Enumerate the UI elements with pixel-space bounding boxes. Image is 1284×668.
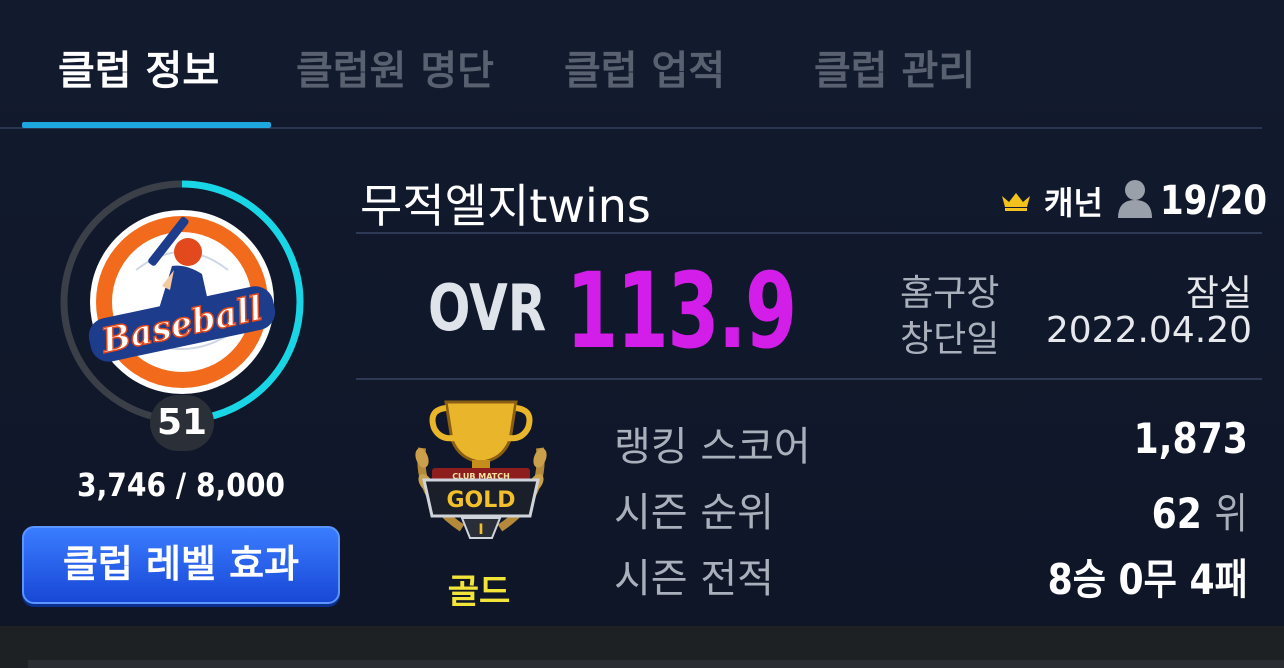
founded-date-value: 2022.04.20 bbox=[1045, 310, 1252, 351]
club-level-badge: 51 bbox=[150, 395, 214, 451]
club-name: 무적엘지twins bbox=[360, 179, 651, 233]
member-icon bbox=[1118, 180, 1152, 218]
season-rank-unit: 위 bbox=[1214, 489, 1248, 538]
club-level-effect-button[interactable]: 클럽 레벨 효과 bbox=[22, 526, 340, 604]
tab-achievements[interactable]: 클럽 업적 bbox=[564, 38, 725, 96]
season-rank-value: 62 bbox=[1151, 489, 1203, 538]
bottom-strip bbox=[0, 626, 1284, 668]
season-record-value: 8승 0무 4패 bbox=[1047, 555, 1248, 604]
divider bbox=[356, 232, 1262, 234]
season-record-label: 시즌 전적 bbox=[614, 556, 774, 602]
divider bbox=[356, 378, 1262, 380]
ranking-score-value: 1,873 bbox=[1133, 414, 1248, 463]
ovr-value: 113.9 bbox=[566, 250, 797, 372]
captain-name: 캐넌 bbox=[1044, 184, 1103, 222]
tier-badge-sub-text: I bbox=[478, 522, 483, 538]
active-tab-indicator bbox=[22, 122, 271, 128]
club-exp: 3,746 / 8,000 bbox=[76, 466, 286, 504]
gold-tier-trophy-icon: CLUB MATCH GOLD I bbox=[415, 400, 547, 539]
ovr-label: OVR bbox=[428, 272, 547, 346]
ranking-score-label: 랭킹 스코어 bbox=[614, 424, 811, 470]
crown-icon bbox=[1002, 193, 1030, 211]
tab-member-list[interactable]: 클럽원 명단 bbox=[296, 38, 494, 96]
tab-bar: 클럽 정보 클럽원 명단 클럽 업적 클럽 관리 bbox=[0, 0, 1284, 130]
tab-club-management[interactable]: 클럽 관리 bbox=[814, 38, 975, 96]
member-count: 19/20 bbox=[1160, 178, 1268, 224]
bottom-strip-inner bbox=[28, 660, 1284, 668]
season-rank: 62 위 bbox=[1152, 480, 1248, 541]
club-info-panel: 클럽 정보 클럽원 명단 클럽 업적 클럽 관리 Baseball 51 3,7… bbox=[0, 0, 1284, 626]
season-rank-label: 시즌 순위 bbox=[614, 490, 774, 536]
tab-club-info[interactable]: 클럽 정보 bbox=[58, 38, 219, 96]
home-stadium-value: 잠실 bbox=[1185, 273, 1252, 314]
club-emblem[interactable]: Baseball bbox=[54, 174, 310, 430]
founded-date-label: 창단일 bbox=[900, 319, 1000, 360]
tier-name: 골드 bbox=[447, 572, 511, 612]
home-stadium-label: 홈구장 bbox=[900, 273, 1000, 314]
tier-badge-text: GOLD bbox=[446, 488, 515, 513]
